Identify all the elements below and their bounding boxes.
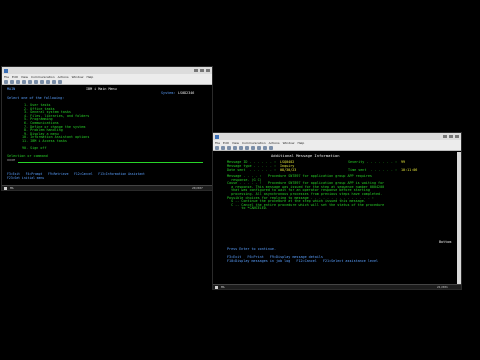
menu-view[interactable]: View [21, 75, 28, 79]
minimize-icon[interactable] [194, 69, 198, 72]
menu-actions[interactable]: Actions [269, 141, 280, 145]
main-menu-toolbar [2, 79, 212, 85]
command-cursor: ===> [7, 158, 16, 162]
menu-window[interactable]: Window [72, 75, 84, 79]
display-icon[interactable] [28, 79, 32, 84]
paste-icon[interactable] [221, 145, 225, 150]
cursor-position: 20/007 [192, 185, 203, 190]
display-icon[interactable] [239, 145, 243, 150]
message-screen[interactable]: Additional Message Information Message I… [213, 152, 457, 284]
menu-actions[interactable]: Actions [58, 75, 69, 79]
minimize-icon[interactable] [443, 135, 447, 138]
message-titlebar[interactable] [213, 133, 461, 140]
main-menu-window: File Edit View Communication Actions Win… [1, 66, 213, 191]
message-toolbar [213, 145, 461, 151]
time-label: Time sent . . . . . . : [348, 168, 397, 172]
page-title: IBM i Main Menu [86, 87, 117, 91]
receive-icon[interactable] [22, 79, 26, 84]
color-icon[interactable] [34, 79, 38, 84]
copy-icon[interactable] [215, 145, 219, 150]
select-prompt: Select one of the following: [7, 96, 65, 100]
close-icon[interactable] [206, 69, 210, 72]
severity-label: Severity . . . . . . . : [348, 160, 397, 164]
menu-edit[interactable]: Edit [223, 141, 229, 145]
menu-file[interactable]: File [215, 141, 220, 145]
help-icon[interactable] [269, 145, 273, 150]
main-menu-titlebar[interactable] [2, 67, 212, 74]
window-controls [443, 135, 459, 138]
message-window: File Edit View Communication Actions Win… [212, 132, 462, 290]
color-icon[interactable] [245, 145, 249, 150]
record-icon[interactable] [46, 79, 50, 84]
record-icon[interactable] [257, 145, 261, 150]
map-icon[interactable] [251, 145, 255, 150]
help-icon[interactable] [58, 79, 62, 84]
message-oia: MA 21/001 [213, 284, 461, 289]
menu-communication[interactable]: Communication [31, 75, 55, 79]
play-icon[interactable] [263, 145, 267, 150]
window-controls [194, 69, 210, 72]
page-title: Additional Message Information [271, 153, 340, 158]
message-line: to *CANCELED. [227, 206, 268, 211]
time-value: 10:11:06 [401, 168, 418, 172]
press-enter-text: Press Enter to continue. [227, 247, 276, 251]
menu-help[interactable]: Help [86, 75, 93, 79]
system-label: System: [161, 91, 176, 95]
cursor-position: 21/001 [437, 284, 448, 289]
send-icon[interactable] [16, 79, 20, 84]
main-menu-oia: MA 20/007 [2, 185, 212, 190]
menu-help[interactable]: Help [297, 141, 304, 145]
command-input[interactable] [18, 162, 203, 163]
menu-communication[interactable]: Communication [242, 141, 266, 145]
severity-value: 99 [401, 160, 406, 164]
play-icon[interactable] [52, 79, 56, 84]
date-value: 08/30/23 [280, 168, 297, 172]
receive-icon[interactable] [233, 145, 237, 150]
signoff-option[interactable]: 90. Sign off [22, 146, 47, 151]
function-keys-line2: F10=Display messages in job log F12=Canc… [227, 259, 379, 263]
menu-view[interactable]: View [232, 141, 239, 145]
maximize-icon[interactable] [449, 135, 453, 138]
map-icon[interactable] [40, 79, 44, 84]
menu-edit[interactable]: Edit [12, 75, 18, 79]
menu-option[interactable]: 11. IBM i Access tasks [22, 139, 67, 144]
main-menu-screen[interactable]: MAIN IBM i Main Menu System: LS0D2346 Se… [2, 86, 212, 185]
menu-window[interactable]: Window [283, 141, 295, 145]
maximize-icon[interactable] [200, 69, 204, 72]
date-label: Date sent . . . . . . : [227, 168, 276, 172]
scrollbar[interactable] [457, 152, 461, 284]
send-icon[interactable] [227, 145, 231, 150]
close-icon[interactable] [455, 135, 459, 138]
menu-file[interactable]: File [4, 75, 9, 79]
system-value: LS0D2346 [178, 91, 195, 95]
oia-mode: MA [10, 185, 14, 190]
screen-id: MAIN [7, 87, 16, 91]
bottom-indicator: Bottom [439, 240, 452, 244]
app-icon [4, 68, 8, 73]
function-keys-line2: F23=Set initial menu [7, 176, 45, 180]
lock-icon [4, 187, 7, 190]
oia-mode: MA [221, 284, 225, 289]
lock-icon [215, 286, 218, 289]
app-icon [215, 134, 219, 139]
paste-icon[interactable] [10, 79, 14, 84]
copy-icon[interactable] [4, 79, 8, 84]
